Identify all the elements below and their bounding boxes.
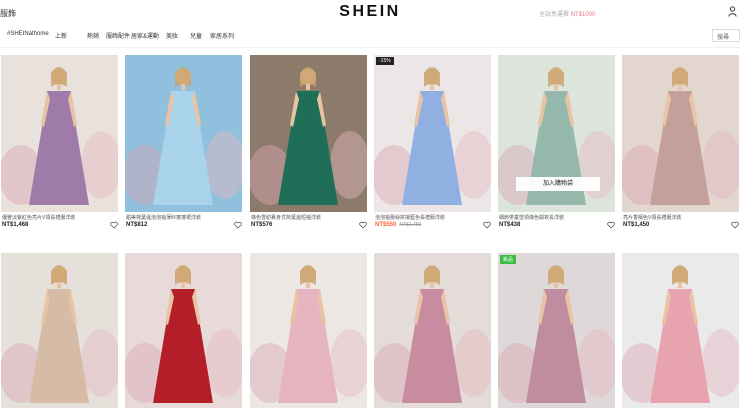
- heart-icon[interactable]: [483, 221, 491, 229]
- nav-item-new[interactable]: 上新: [55, 31, 67, 40]
- heart-icon[interactable]: [359, 221, 367, 229]
- original-price: NT$1,459: [399, 222, 422, 228]
- discount-badge: -15%: [376, 57, 394, 65]
- product-name[interactable]: 綠色雪紡裹身式荷葉邊短袖洋裝: [251, 214, 363, 221]
- product-image[interactable]: [622, 253, 739, 408]
- model-photo: [622, 253, 739, 408]
- promo-highlight: NT$1000: [570, 12, 596, 18]
- product-name[interactable]: 泡泡袖蕾絲拼接藍色長禮服洋裝: [375, 214, 487, 221]
- nav-item-hot[interactable]: 熱銷: [87, 31, 99, 40]
- product-name[interactable]: 亮片香檳色V領長禮服洋裝: [623, 214, 735, 221]
- product-name[interactable]: 優雅淡紫紅色亮片V領長禮服洋裝: [2, 214, 114, 221]
- product-image[interactable]: [125, 253, 242, 408]
- model-photo: [250, 253, 367, 408]
- product-image[interactable]: [250, 55, 367, 212]
- model-photo: [498, 253, 615, 408]
- product-price: NT$812: [126, 222, 147, 228]
- user-icon[interactable]: [728, 6, 737, 17]
- nav-item-apparel[interactable]: 服飾配件: [106, 31, 130, 40]
- nav-item-sheinathome[interactable]: #SHEINathome: [7, 31, 49, 37]
- model-photo: [125, 253, 242, 408]
- add-to-cart-button[interactable]: 加入購物袋: [516, 177, 600, 191]
- product-image[interactable]: [374, 55, 491, 212]
- model-photo: [622, 55, 739, 212]
- product-image[interactable]: [250, 253, 367, 408]
- heart-icon[interactable]: [607, 221, 615, 229]
- product-price: NT$550 NT$1,459: [375, 222, 421, 228]
- nav-bar: #SHEINathome 上新 熱銷 服飾配件 居家&運動 美妝 兒童 家居系列…: [0, 28, 740, 44]
- promo-text: 全站免運費: [539, 12, 570, 18]
- product-image[interactable]: [125, 55, 242, 212]
- current-price: NT$1,468: [2, 222, 29, 228]
- current-price: NT$812: [126, 222, 148, 228]
- model-photo: [1, 55, 118, 212]
- product-price: NT$576: [251, 222, 272, 228]
- nav-item-kids[interactable]: 兒童: [190, 31, 202, 40]
- product-price: NT$438: [499, 222, 520, 228]
- product-image[interactable]: [1, 55, 118, 212]
- current-price: NT$1,450: [623, 222, 650, 228]
- product-name[interactable]: 細肩帶垂墜領綠色開衩長洋裝: [499, 214, 611, 221]
- current-price: NT$438: [499, 222, 521, 228]
- search-input[interactable]: 搜尋: [712, 29, 740, 42]
- heart-icon[interactable]: [731, 221, 739, 229]
- product-image[interactable]: [498, 253, 615, 408]
- promo-banner: 全站免運費 NT$1000: [539, 9, 595, 18]
- top-header: 服飾 SHEIN 全站免運費 NT$1000: [0, 0, 740, 26]
- product-price: NT$1,468: [2, 222, 28, 228]
- nav-item-home-series[interactable]: 家居系列: [210, 31, 234, 40]
- model-photo: [250, 55, 367, 212]
- current-price: NT$550: [375, 222, 397, 228]
- nav-item-beauty[interactable]: 美妝: [166, 31, 178, 40]
- header-divider: [0, 47, 740, 48]
- product-name[interactable]: 甜美荷葉邊泡泡袖薄紗蓬蓬裙洋裝: [126, 214, 238, 221]
- shein-logo[interactable]: SHEIN: [0, 3, 740, 21]
- heart-icon[interactable]: [234, 221, 242, 229]
- model-photo: [1, 253, 118, 408]
- new-badge: 新品: [500, 255, 517, 264]
- model-photo: [374, 253, 491, 408]
- current-price: NT$576: [251, 222, 273, 228]
- product-image[interactable]: [374, 253, 491, 408]
- model-photo: [374, 55, 491, 212]
- product-image[interactable]: [622, 55, 739, 212]
- nav-item-home-sports[interactable]: 居家&運動: [131, 31, 159, 40]
- heart-icon[interactable]: [110, 221, 118, 229]
- model-photo: [125, 55, 242, 212]
- product-image[interactable]: [1, 253, 118, 408]
- product-price: NT$1,450: [623, 222, 649, 228]
